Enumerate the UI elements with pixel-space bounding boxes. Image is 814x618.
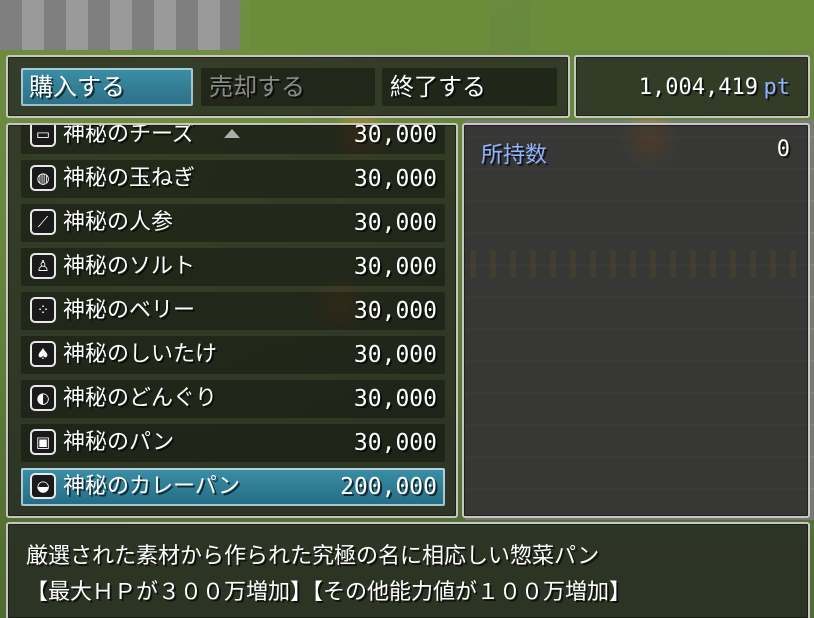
item-price: 200,000 bbox=[340, 474, 437, 500]
sell-command[interactable]: 売却する bbox=[201, 68, 375, 106]
item-price: 30,000 bbox=[353, 166, 437, 192]
item-price: 30,000 bbox=[353, 342, 437, 368]
mushroom-icon: ♠ bbox=[30, 341, 56, 367]
item-price: 30,000 bbox=[353, 430, 437, 456]
help-text-line-1: 厳選された素材から作られた究極の名に相応しい惣菜パン bbox=[26, 544, 600, 569]
berry-icon: ⁘ bbox=[30, 297, 56, 323]
gold-window: 1,004,419 pt bbox=[574, 55, 810, 118]
item-name: 神秘のソルト bbox=[63, 254, 196, 279]
bread-icon: ▣ bbox=[30, 429, 56, 455]
shop-command-window: 購入する 売却する 終了する bbox=[6, 55, 570, 118]
carrot-icon: ⟋ bbox=[30, 209, 56, 235]
gold-unit: pt bbox=[763, 75, 791, 100]
item-row[interactable]: ⁘ 神秘のベリー 30,000 bbox=[21, 292, 445, 330]
item-price: 30,000 bbox=[353, 123, 437, 148]
item-row[interactable]: ◍ 神秘の玉ねぎ 30,000 bbox=[21, 160, 445, 198]
help-text-line-2: 【最大ＨＰが３００万増加】【その他能力値が１００万増加】 bbox=[26, 580, 632, 605]
item-row[interactable]: ♙ 神秘のソルト 30,000 bbox=[21, 248, 445, 286]
possession-value: 0 bbox=[776, 137, 790, 162]
item-row[interactable]: ▣ 神秘のパン 30,000 bbox=[21, 424, 445, 462]
salt-icon: ♙ bbox=[30, 253, 56, 279]
item-row[interactable]: ▭ 神秘のチーズ 30,000 bbox=[21, 123, 445, 154]
exit-command[interactable]: 終了する bbox=[382, 68, 557, 106]
acorn-icon: ◐ bbox=[30, 385, 56, 411]
gold-value: 1,004,419 bbox=[638, 75, 758, 100]
item-price: 30,000 bbox=[353, 254, 437, 280]
item-name: 神秘のベリー bbox=[63, 298, 196, 323]
item-row[interactable]: ◐ 神秘のどんぐり 30,000 bbox=[21, 380, 445, 418]
item-name: 神秘の人参 bbox=[63, 210, 174, 235]
cheese-icon: ▭ bbox=[30, 125, 56, 147]
onion-icon: ◍ bbox=[30, 165, 56, 191]
item-row[interactable]: ⟋ 神秘の人参 30,000 bbox=[21, 204, 445, 242]
status-window: 所持数 0 bbox=[462, 123, 810, 518]
item-name: 神秘のどんぐり bbox=[63, 386, 218, 411]
item-price: 30,000 bbox=[353, 210, 437, 236]
item-name: 神秘のしいたけ bbox=[63, 342, 218, 367]
buy-command[interactable]: 購入する bbox=[21, 68, 193, 106]
item-name: 神秘のチーズ bbox=[63, 123, 194, 147]
item-row[interactable]: ◒ 神秘のカレーパン 200,000 bbox=[21, 468, 445, 506]
item-row[interactable]: ♠ 神秘のしいたけ 30,000 bbox=[21, 336, 445, 374]
item-name: 神秘のパン bbox=[63, 430, 175, 455]
item-price: 30,000 bbox=[353, 386, 437, 412]
item-list-window: ▭ 神秘のチーズ 30,000 ◍ 神秘の玉ねぎ 30,000 ⟋ 神秘の人参 30,000 ♙ 神… bbox=[6, 123, 458, 518]
item-price: 30,000 bbox=[353, 298, 437, 324]
help-window: 厳選された素材から作られた究極の名に相応しい惣菜パン 【最大ＨＰが３００万増加】… bbox=[6, 522, 810, 618]
curry-bread-icon: ◒ bbox=[30, 473, 56, 499]
possession-label: 所持数 bbox=[481, 143, 548, 168]
item-name: 神秘の玉ねぎ bbox=[63, 166, 196, 191]
item-name: 神秘のカレーパン bbox=[63, 474, 240, 499]
